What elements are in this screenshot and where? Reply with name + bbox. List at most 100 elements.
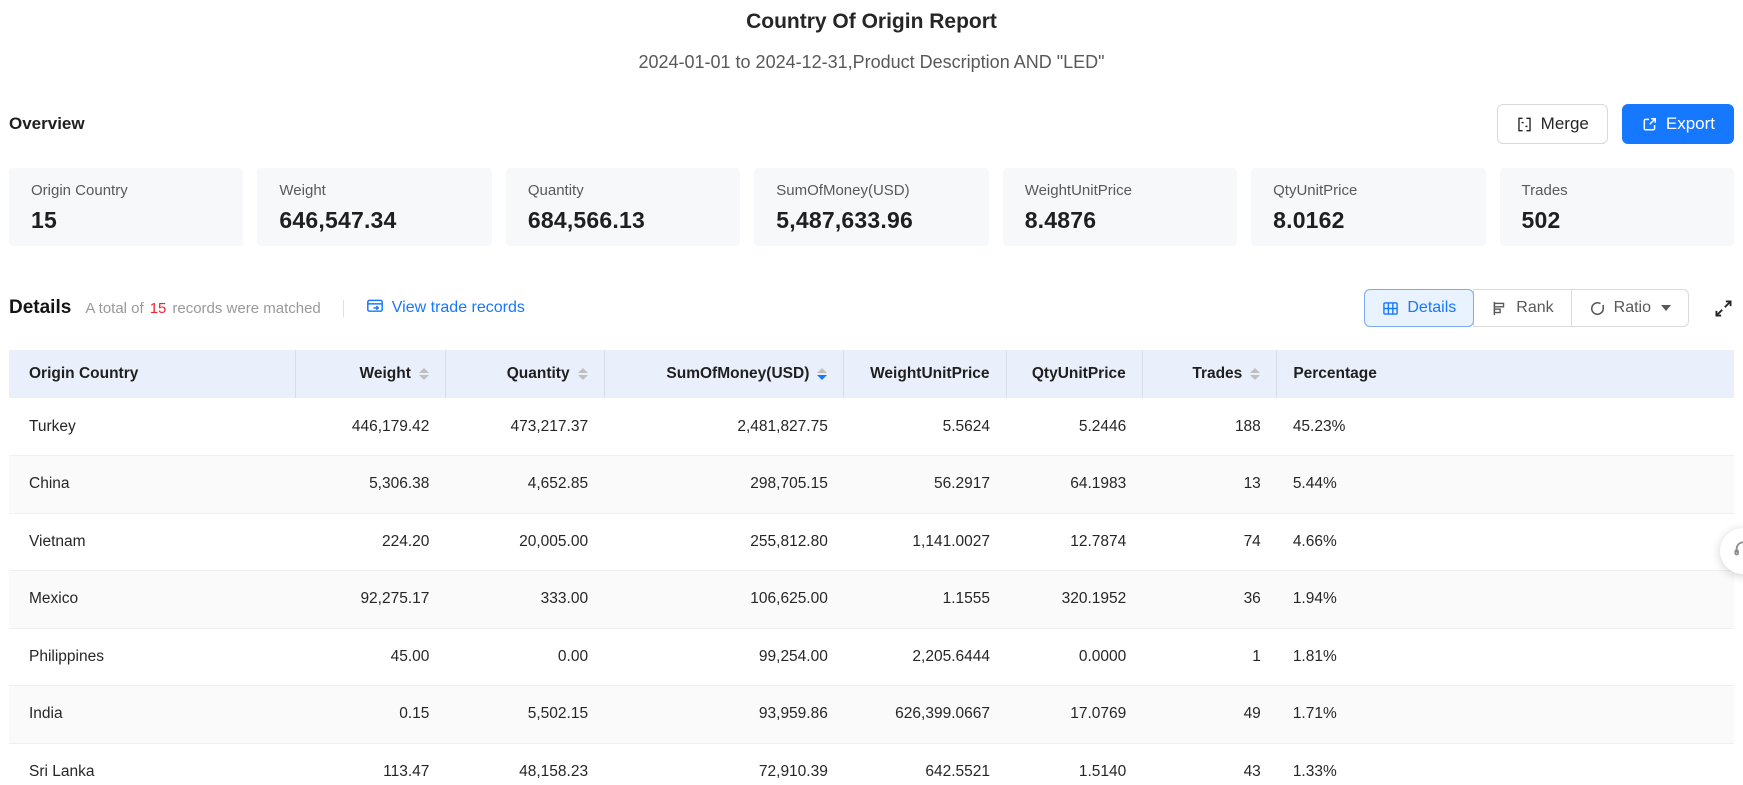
value-cell: 48,158.23	[445, 743, 604, 785]
value-cell: 1	[1142, 628, 1277, 686]
tab-rank-label: Rank	[1516, 299, 1553, 317]
value-cell: 642.5521	[844, 743, 1006, 785]
table-row: Turkey446,179.42473,217.372,481,827.755.…	[9, 398, 1734, 456]
headset-icon	[1732, 538, 1743, 565]
value-cell: 298,705.15	[604, 456, 844, 514]
details-toolbar-left: Details A total of15records were matched…	[9, 297, 525, 320]
trade-records-icon	[366, 297, 384, 320]
column-header-trades[interactable]: Trades	[1142, 350, 1277, 398]
country-cell: China	[9, 456, 295, 514]
country-cell: Mexico	[9, 571, 295, 629]
table-grid-icon	[1382, 300, 1399, 317]
value-cell: 188	[1142, 398, 1277, 456]
stat-card-qty-unit-price: QtyUnitPrice 8.0162	[1251, 168, 1485, 246]
stat-value: 684,566.13	[528, 207, 718, 234]
export-button[interactable]: Export	[1622, 104, 1734, 144]
value-cell: 5.2446	[1006, 398, 1142, 456]
view-trade-records-link[interactable]: View trade records	[366, 297, 525, 320]
value-cell: 255,812.80	[604, 513, 844, 571]
sort-icon[interactable]	[578, 368, 588, 380]
column-header-weight-unit-price: WeightUnitPrice	[844, 350, 1006, 398]
stat-label: Weight	[279, 181, 469, 201]
details-toolbar: Details A total of15records were matched…	[9, 288, 1734, 328]
table-row: Mexico92,275.17333.00106,625.001.1555320…	[9, 571, 1734, 629]
value-cell: 0.00	[445, 628, 604, 686]
chevron-down-icon	[1661, 305, 1671, 311]
column-header-origin-country: Origin Country	[9, 350, 295, 398]
column-header-sum-of-money[interactable]: SumOfMoney(USD)	[604, 350, 844, 398]
value-cell: 5.44%	[1277, 456, 1734, 514]
stat-value: 502	[1522, 207, 1712, 234]
column-header-weight[interactable]: Weight	[295, 350, 445, 398]
column-header-quantity[interactable]: Quantity	[445, 350, 604, 398]
country-cell: Philippines	[9, 628, 295, 686]
stat-label: QtyUnitPrice	[1273, 181, 1463, 201]
matched-records-text: A total of15records were matched	[85, 300, 320, 317]
export-icon	[1641, 116, 1658, 133]
value-cell: 0.15	[295, 686, 445, 744]
export-button-label: Export	[1666, 114, 1715, 134]
stat-card-quantity: Quantity 684,566.13	[506, 168, 740, 246]
report-header: Country Of Origin Report 2024-01-01 to 2…	[0, 0, 1743, 74]
overview-heading: Overview	[9, 114, 85, 134]
stat-value: 646,547.34	[279, 207, 469, 234]
value-cell: 43	[1142, 743, 1277, 785]
table-row: Philippines45.000.0099,254.002,205.64440…	[9, 628, 1734, 686]
stat-label: Origin Country	[31, 181, 221, 201]
page-title: Country Of Origin Report	[0, 8, 1743, 36]
tab-rank[interactable]: Rank	[1473, 289, 1571, 327]
origin-country-table: Origin Country Weight Quantity SumOfMone…	[9, 350, 1734, 785]
stat-value: 15	[31, 207, 221, 234]
merge-button[interactable]: Merge	[1497, 104, 1608, 144]
value-cell: 1,141.0027	[844, 513, 1006, 571]
table-row: Vietnam224.2020,005.00255,812.801,141.00…	[9, 513, 1734, 571]
value-cell: 446,179.42	[295, 398, 445, 456]
sort-icon[interactable]	[419, 368, 429, 380]
stat-value: 8.0162	[1273, 207, 1463, 234]
value-cell: 224.20	[295, 513, 445, 571]
view-trade-records-label: View trade records	[392, 299, 525, 317]
value-cell: 1.5140	[1006, 743, 1142, 785]
stat-card-trades: Trades 502	[1500, 168, 1734, 246]
table-body: Turkey446,179.42473,217.372,481,827.755.…	[9, 398, 1734, 785]
matched-suffix: records were matched	[172, 300, 320, 317]
stat-card-weight-unit-price: WeightUnitPrice 8.4876	[1003, 168, 1237, 246]
value-cell: 56.2917	[844, 456, 1006, 514]
fullscreen-button[interactable]	[1713, 298, 1734, 319]
table-row: Sri Lanka113.4748,158.2372,910.39642.552…	[9, 743, 1734, 785]
value-cell: 1.94%	[1277, 571, 1734, 629]
value-cell: 1.33%	[1277, 743, 1734, 785]
value-cell: 17.0769	[1006, 686, 1142, 744]
tab-ratio[interactable]: Ratio	[1571, 289, 1689, 327]
tab-details[interactable]: Details	[1364, 289, 1474, 327]
vertical-divider	[343, 300, 344, 317]
value-cell: 99,254.00	[604, 628, 844, 686]
value-cell: 5.5624	[844, 398, 1006, 456]
sort-icon-desc-active[interactable]	[817, 368, 827, 380]
stat-card-sum-of-money: SumOfMoney(USD) 5,487,633.96	[754, 168, 988, 246]
details-heading: Details	[9, 297, 71, 319]
overview-actions: Merge Export	[1497, 104, 1734, 144]
merge-button-label: Merge	[1541, 114, 1589, 134]
value-cell: 626,399.0667	[844, 686, 1006, 744]
stat-value: 8.4876	[1025, 207, 1215, 234]
table-row: India0.155,502.1593,959.86626,399.066717…	[9, 686, 1734, 744]
overview-cards: Origin Country 15 Weight 646,547.34 Quan…	[9, 168, 1734, 246]
value-cell: 93,959.86	[604, 686, 844, 744]
table-header-row: Origin Country Weight Quantity SumOfMone…	[9, 350, 1734, 398]
value-cell: 12.7874	[1006, 513, 1142, 571]
value-cell: 113.47	[295, 743, 445, 785]
view-switcher: Details Rank	[1364, 289, 1689, 327]
stat-card-weight: Weight 646,547.34	[257, 168, 491, 246]
ratio-circle-icon	[1589, 300, 1606, 317]
value-cell: 36	[1142, 571, 1277, 629]
country-cell: India	[9, 686, 295, 744]
stat-label: Quantity	[528, 181, 718, 201]
value-cell: 320.1952	[1006, 571, 1142, 629]
sort-icon[interactable]	[1250, 368, 1260, 380]
value-cell: 20,005.00	[445, 513, 604, 571]
stat-value: 5,487,633.96	[776, 207, 966, 234]
value-cell: 13	[1142, 456, 1277, 514]
value-cell: 2,481,827.75	[604, 398, 844, 456]
value-cell: 74	[1142, 513, 1277, 571]
